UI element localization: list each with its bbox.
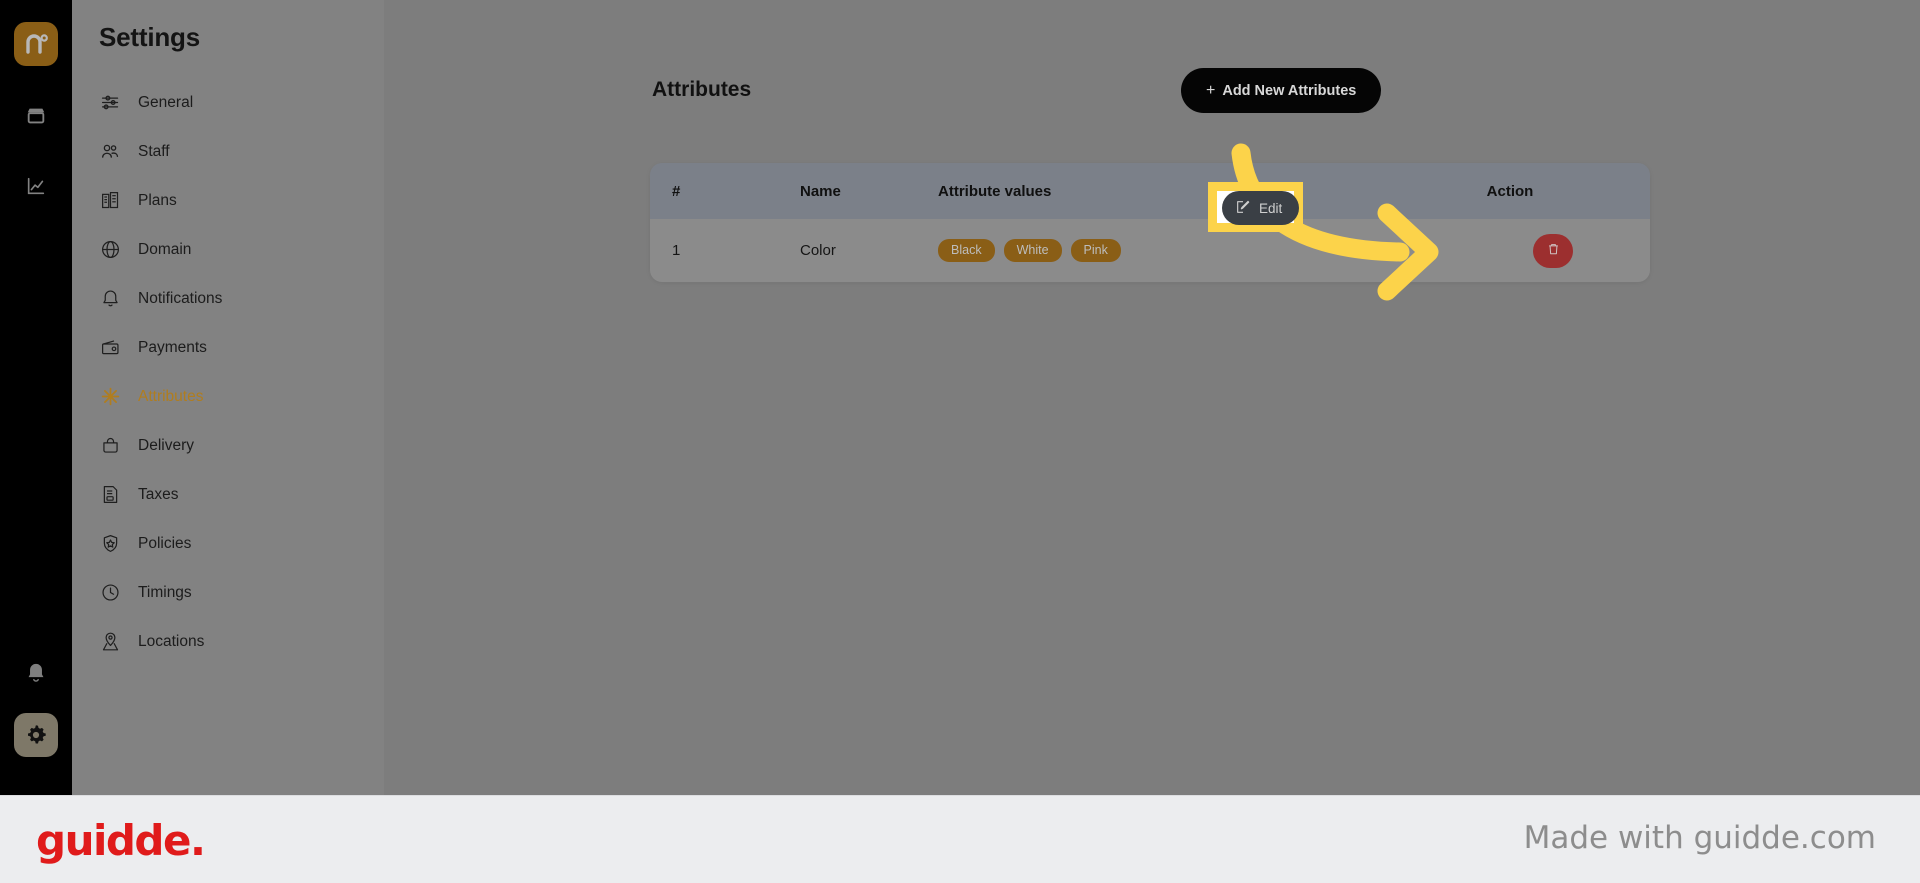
edit-button[interactable]: Edit <box>1222 191 1300 225</box>
table-row: 1 Color Black White Pink <box>650 219 1650 282</box>
trash-icon <box>1546 241 1561 260</box>
sidebar-item-domain[interactable]: Domain <box>72 225 384 274</box>
sidebar-item-staff[interactable]: Staff <box>72 127 384 176</box>
page-title: Settings <box>99 22 200 52</box>
made-with-label: Made with guidde.com <box>1523 820 1876 856</box>
bell-icon[interactable] <box>16 653 56 693</box>
guidde-footer: guidde. Made with guidde.com <box>0 795 1920 883</box>
add-new-attributes-button[interactable]: + Add New Attributes <box>1181 68 1382 113</box>
cell-attribute-values: Black White Pink <box>938 239 1370 262</box>
attributes-table: # Name Attribute values Action 1 Color B… <box>650 163 1650 282</box>
add-button-label: Add New Attributes <box>1222 82 1357 99</box>
sidebar-item-label: Locations <box>138 632 205 650</box>
gear-icon[interactable] <box>14 713 58 757</box>
store-icon[interactable] <box>16 96 56 136</box>
sidebar-item-label: Taxes <box>138 485 179 503</box>
guidde-logo: guidde. <box>36 816 206 865</box>
column-header-name: Name <box>800 182 841 200</box>
sidebar-item-taxes[interactable]: Taxes <box>72 470 384 519</box>
brand-logo[interactable] <box>14 22 58 66</box>
attribute-value-chip[interactable]: Pink <box>1070 239 1121 262</box>
content-header: Attributes <box>652 78 1652 102</box>
buildings-icon <box>99 190 121 212</box>
asterisk-icon <box>99 386 121 408</box>
tax-document-icon <box>99 484 121 506</box>
sidebar-item-plans[interactable]: Plans <box>72 176 384 225</box>
sidebar-item-payments[interactable]: Payments <box>72 323 384 372</box>
cell-name: Color <box>800 242 836 259</box>
sidebar-item-timings[interactable]: Timings <box>72 568 384 617</box>
main-content: Attributes + Add New Attributes # Name A… <box>384 0 1920 795</box>
column-header-values: Attribute values <box>938 182 1052 200</box>
analytics-icon[interactable] <box>16 166 56 206</box>
sidebar-item-label: Staff <box>138 142 170 160</box>
sidebar-item-label: Policies <box>138 534 192 552</box>
sliders-icon <box>99 92 121 114</box>
chip-group: Black White Pink <box>938 239 1370 262</box>
app-canvas: Settings General Staff Plans Domain Noti… <box>0 0 1920 795</box>
sidebar-item-notifications[interactable]: Notifications <box>72 274 384 323</box>
cell-action: Edit <box>1370 233 1650 268</box>
edit-button-highlighted[interactable]: Edit <box>1222 191 1300 225</box>
sidebar-item-general[interactable]: General <box>72 78 384 127</box>
sidebar-item-label: Delivery <box>138 436 194 454</box>
users-icon <box>99 141 121 163</box>
delete-button[interactable] <box>1533 233 1574 268</box>
sidebar-item-label: Notifications <box>138 289 223 307</box>
attribute-value-chip[interactable]: White <box>1003 239 1062 262</box>
sidebar-item-attributes[interactable]: Attributes <box>72 372 384 421</box>
icon-rail <box>0 0 72 795</box>
bell-icon <box>99 288 121 310</box>
edit-button-label: Edit <box>1259 200 1283 216</box>
wallet-icon <box>99 337 121 359</box>
section-title: Attributes <box>652 78 752 101</box>
sidebar-item-label: Domain <box>138 240 192 258</box>
sidebar-item-label: General <box>138 93 194 111</box>
table-header-row: # Name Attribute values Action <box>650 163 1650 219</box>
sidebar-item-locations[interactable]: Locations <box>72 617 384 666</box>
sidebar-item-policies[interactable]: Policies <box>72 519 384 568</box>
sidebar-item-delivery[interactable]: Delivery <box>72 421 384 470</box>
settings-nav-list: General Staff Plans Domain Notifications… <box>72 78 384 666</box>
bag-icon <box>99 435 121 457</box>
column-header-number: # <box>672 182 681 200</box>
map-pin-icon <box>99 631 121 653</box>
sidebar-item-label: Payments <box>138 338 207 356</box>
clock-icon <box>99 582 121 604</box>
plus-icon: + <box>1206 81 1216 99</box>
sidebar-item-label: Plans <box>138 191 177 209</box>
shield-icon <box>99 533 121 555</box>
row-action-group: Edit <box>1447 233 1574 268</box>
screenshot-root: Settings General Staff Plans Domain Noti… <box>0 0 1920 883</box>
globe-icon <box>99 239 121 261</box>
attribute-value-chip[interactable]: Black <box>938 239 995 262</box>
cell-number: 1 <box>672 242 681 259</box>
column-header-action: Action <box>1486 182 1534 200</box>
sidebar-item-label: Attributes <box>138 387 204 405</box>
edit-pencil-icon <box>1235 199 1251 218</box>
sidebar-item-label: Timings <box>138 583 192 601</box>
settings-sidebar: Settings General Staff Plans Domain Noti… <box>72 0 384 795</box>
